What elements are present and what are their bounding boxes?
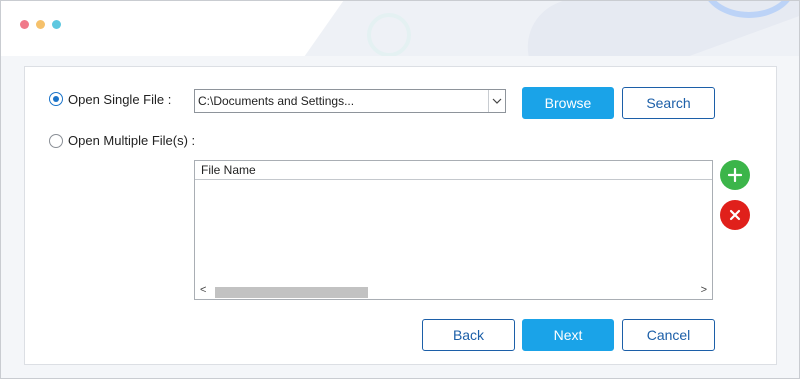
- back-button[interactable]: Back: [422, 319, 515, 351]
- app-window: Open Single File : C:\Documents and Sett…: [0, 0, 800, 379]
- cancel-button[interactable]: Cancel: [622, 319, 715, 351]
- add-file-button[interactable]: [720, 160, 750, 190]
- file-path-combobox[interactable]: C:\Documents and Settings...: [194, 89, 506, 113]
- window-controls: [20, 20, 61, 29]
- header-decoration: [367, 13, 411, 56]
- minimize-dot[interactable]: [36, 20, 45, 29]
- maximize-dot[interactable]: [52, 20, 61, 29]
- plus-icon: [728, 168, 742, 182]
- column-header-file-name[interactable]: File Name: [201, 163, 256, 177]
- file-list-header: File Name: [195, 161, 712, 180]
- browse-button[interactable]: Browse: [522, 87, 614, 119]
- close-dot[interactable]: [20, 20, 29, 29]
- single-file-radio[interactable]: [49, 92, 63, 106]
- close-icon: [729, 209, 741, 221]
- single-file-label: Open Single File :: [68, 92, 172, 107]
- file-list[interactable]: File Name < >: [194, 160, 713, 300]
- scrollbar-thumb[interactable]: [215, 287, 368, 298]
- scroll-left-arrow[interactable]: <: [200, 284, 206, 296]
- multiple-files-radio[interactable]: [49, 134, 63, 148]
- horizontal-scrollbar[interactable]: < >: [195, 283, 712, 299]
- remove-file-button[interactable]: [720, 200, 750, 230]
- file-path-value: C:\Documents and Settings...: [198, 94, 355, 108]
- multiple-files-label: Open Multiple File(s) :: [68, 133, 196, 148]
- next-button[interactable]: Next: [522, 319, 614, 351]
- search-button[interactable]: Search: [622, 87, 715, 119]
- window-header: [1, 1, 799, 56]
- scroll-right-arrow[interactable]: >: [701, 284, 707, 296]
- chevron-down-icon[interactable]: [488, 90, 505, 112]
